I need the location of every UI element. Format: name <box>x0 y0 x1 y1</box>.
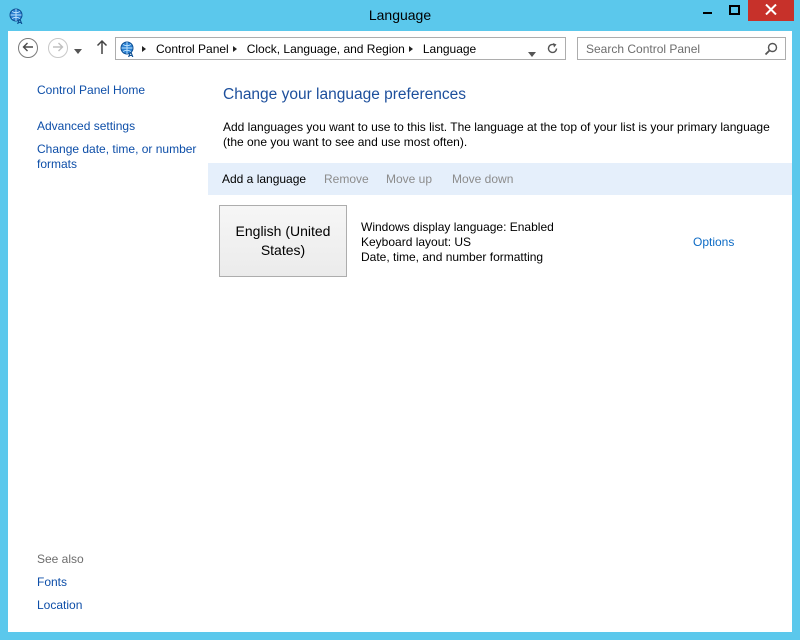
sidebar-link-location[interactable]: Location <box>37 598 82 612</box>
display-language-status: Windows display language: Enabled <box>361 220 554 234</box>
page-description: Add languages you want to use to this li… <box>223 120 770 149</box>
see-also-heading: See also <box>37 552 84 566</box>
forward-arrow-icon <box>52 41 64 55</box>
formatting-info: Date, time, and number formatting <box>361 250 544 264</box>
language-window: A Language A Control Panel Clock, Langua… <box>0 0 800 640</box>
breadcrumb-control-panel[interactable]: Control Panel <box>156 42 229 56</box>
navigation-bar: A Control Panel Clock, Language, and Reg… <box>8 31 792 65</box>
up-arrow-icon <box>96 39 108 58</box>
close-button[interactable] <box>748 0 794 21</box>
sidebar-link-control-panel-home[interactable]: Control Panel Home <box>37 83 145 97</box>
chevron-down-icon <box>74 43 82 57</box>
breadcrumb-language[interactable]: Language <box>423 42 476 56</box>
back-button[interactable] <box>18 38 38 58</box>
move-up-button[interactable]: Move up <box>386 172 432 186</box>
address-bar[interactable]: A Control Panel Clock, Language, and Reg… <box>115 37 566 60</box>
add-language-button[interactable]: Add a language <box>222 172 306 186</box>
title-bar: A Language <box>0 0 800 31</box>
search-icon[interactable] <box>764 42 778 59</box>
options-link[interactable]: Options <box>693 235 734 249</box>
remove-button[interactable]: Remove <box>324 172 369 186</box>
content-area: Control Panel Home Advanced settings Cha… <box>8 65 792 632</box>
language-details: Windows display language: Enabled Keyboa… <box>361 220 554 265</box>
recent-locations-button[interactable] <box>74 43 82 57</box>
move-down-button[interactable]: Move down <box>452 172 513 186</box>
back-arrow-icon <box>22 41 34 55</box>
search-input[interactable]: Search Control Panel <box>577 37 786 60</box>
language-toolbar: Add a language Remove Move up Move down <box>208 163 792 195</box>
close-icon <box>765 3 777 18</box>
refresh-button[interactable] <box>546 42 559 58</box>
breadcrumb-clock-language-region[interactable]: Clock, Language, and Region <box>247 42 405 56</box>
breadcrumb-arrow-icon[interactable] <box>408 46 413 52</box>
minimize-icon <box>702 4 713 18</box>
sidebar-link-fonts[interactable]: Fonts <box>37 575 67 589</box>
forward-button[interactable] <box>48 38 68 58</box>
breadcrumb-arrow-icon[interactable] <box>232 46 237 52</box>
address-dropdown-button[interactable] <box>528 46 536 60</box>
minimize-button[interactable] <box>694 0 721 21</box>
svg-text:A: A <box>128 51 134 58</box>
refresh-icon <box>547 43 558 54</box>
page-title: Change your language preferences <box>223 86 467 103</box>
maximize-button[interactable] <box>721 0 748 21</box>
breadcrumb-arrow-icon[interactable] <box>142 46 146 52</box>
maximize-icon <box>729 4 740 18</box>
up-button[interactable] <box>96 39 108 58</box>
keyboard-layout: Keyboard layout: US <box>361 235 472 249</box>
window-title: Language <box>368 7 432 23</box>
sidebar-link-advanced-settings[interactable]: Advanced settings <box>37 119 135 133</box>
language-item-english-us[interactable]: English (United States) <box>219 205 347 277</box>
search-placeholder: Search Control Panel <box>586 42 701 56</box>
globe-icon: A <box>119 40 137 61</box>
sidebar-link-change-formats[interactable]: Change date, time, or number formats <box>37 142 207 172</box>
chevron-down-icon <box>528 52 536 57</box>
breadcrumb: Control Panel Clock, Language, and Regio… <box>140 42 476 56</box>
